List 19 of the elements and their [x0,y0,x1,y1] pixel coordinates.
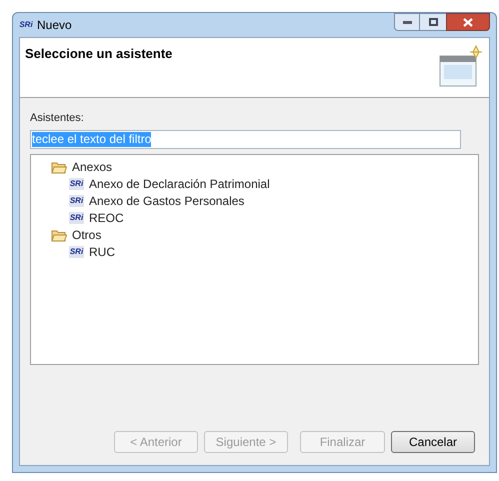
close-button[interactable] [446,13,490,31]
wizard-button[interactable]: Cancelar [391,431,475,453]
tree-item[interactable]: Anexos [72,158,112,176]
tree-item[interactable]: RUC [89,243,115,261]
tree-item[interactable]: REOC [89,209,124,227]
logo-icon: SRi [69,212,84,224]
window-title: Nuevo [37,17,72,34]
maximize-button[interactable] [420,13,446,31]
logo-icon: SRi [69,246,84,258]
header-title: Seleccione un asistente [25,45,172,63]
close-icon [463,18,473,26]
minimize-button[interactable] [394,13,420,31]
tree-item[interactable]: Otros [72,226,102,244]
filter-label: Asistentes: [30,111,85,126]
tree-item[interactable]: Anexo de Gastos Personales [89,192,244,210]
logo-icon: SRi [19,19,33,31]
logo-icon: SRi [69,178,84,190]
tree-item[interactable]: Anexo de Declaración Patrimonial [89,175,270,193]
logo-icon: SRi [69,195,84,207]
